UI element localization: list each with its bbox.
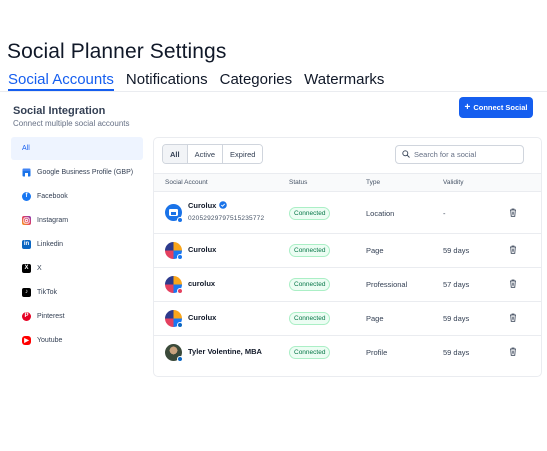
facebook-icon [177,254,183,260]
status-filter: All Active Expired [162,144,264,164]
facebook-icon: f [22,191,31,201]
status-badge: Connected [289,346,331,359]
trash-icon[interactable] [509,208,517,217]
tab-social-accounts[interactable]: Social Accounts [8,71,114,91]
col-type: Type [366,179,381,186]
col-account: Social Account [165,179,208,186]
validity-cell: 59 days [443,314,470,323]
sidebar-item-label: Linkedin [37,240,64,248]
sidebar-item-label: Facebook [37,192,68,200]
table-row: Tyler Volentine, MBA Connected Profile 5… [154,336,541,370]
type-cell: Profile [366,348,388,357]
validity-cell: 59 days [443,246,470,255]
sidebar-item-label: All [22,145,30,152]
sidebar-item-label: Instagram [37,216,69,224]
plus-icon: + [464,101,471,113]
validity-cell: 59 days [443,348,470,357]
table-row: Curolux 02052929797515235772 Connected L… [154,192,541,234]
type-cell: Location [366,209,395,218]
settings-tabs: Social Accounts Notifications Categories… [8,71,384,91]
type-cell: Page [366,246,384,255]
trash-icon[interactable] [509,313,517,322]
status-badge: Connected [289,312,331,325]
sidebar-item-label: X [37,264,42,272]
table-row: Curolux Connected Page 59 days [154,234,541,268]
account-name: Curolux [188,201,217,210]
status-badge: Connected [289,278,331,291]
tab-watermarks[interactable]: Watermarks [304,71,384,91]
instagram-icon [22,215,31,225]
validity-cell: - [443,209,446,218]
filter-all-button[interactable]: All [163,145,188,163]
sidebar-item-tiktok[interactable]: ♪ TikTok [11,280,143,304]
sidebar-item-instagram[interactable]: Instagram [11,208,143,232]
search-icon [402,149,410,160]
linkedin-icon [177,356,183,362]
social-sidebar: All Google Business Profile (GBP) f Face… [11,137,143,352]
gbp-icon [22,168,31,177]
table-header: Social Account Status Type Validity [154,173,541,192]
sidebar-item-label: Youtube [37,336,63,344]
sidebar-item-label: TikTok [37,288,57,296]
search-box [395,145,524,164]
connect-social-button[interactable]: + Connect Social [459,97,533,118]
sidebar-item-x[interactable]: X X [11,256,143,280]
tabs-divider [0,91,547,92]
sidebar-item-label: Pinterest [37,312,65,320]
search-input[interactable] [414,150,514,159]
account-id: 02052929797515235772 [188,215,265,222]
status-badge: Connected [289,244,331,257]
sidebar-item-all[interactable]: All [11,137,143,160]
filter-active-button[interactable]: Active [187,145,224,163]
tab-categories[interactable]: Categories [220,71,293,91]
sidebar-item-facebook[interactable]: f Facebook [11,184,143,208]
gbp-icon [177,217,183,223]
type-cell: Page [366,314,384,323]
instagram-icon [177,288,183,294]
col-status: Status [289,179,308,186]
accounts-panel: All Active Expired Social Account Status… [153,137,542,377]
youtube-icon: ▶ [22,335,31,345]
section-title: Social Integration [13,105,106,117]
page-title: Social Planner Settings [7,40,227,63]
sidebar-item-gbp[interactable]: Google Business Profile (GBP) [11,160,143,184]
sidebar-item-pinterest[interactable]: P Pinterest [11,304,143,328]
sidebar-item-youtube[interactable]: ▶ Youtube [11,328,143,352]
table-row: Curolux Connected Page 59 days [154,302,541,336]
verified-icon [219,201,227,211]
account-name: Tyler Volentine, MBA [188,347,262,356]
pinterest-icon: P [22,311,31,321]
linkedin-icon: in [22,239,31,249]
sidebar-item-label: Google Business Profile (GBP) [37,168,134,176]
connect-social-label: Connect Social [473,103,528,112]
type-cell: Professional [366,280,408,289]
filter-expired-button[interactable]: Expired [223,145,263,163]
trash-icon[interactable] [509,279,517,288]
account-name: Curolux [188,245,217,254]
sidebar-item-linkedin[interactable]: in Linkedin [11,232,143,256]
trash-icon[interactable] [509,245,517,254]
tab-notifications[interactable]: Notifications [126,71,208,91]
x-icon: X [22,263,31,273]
tiktok-icon: ♪ [22,287,31,297]
account-name: Curolux [188,313,217,322]
section-subtitle: Connect multiple social accounts [13,119,130,128]
table-row: curolux Connected Professional 57 days [154,268,541,302]
trash-icon[interactable] [509,347,517,356]
col-validity: Validity [443,179,464,186]
validity-cell: 57 days [443,280,470,289]
account-name: curolux [188,279,216,288]
linkedin-icon [177,322,183,328]
status-badge: Connected [289,207,331,220]
